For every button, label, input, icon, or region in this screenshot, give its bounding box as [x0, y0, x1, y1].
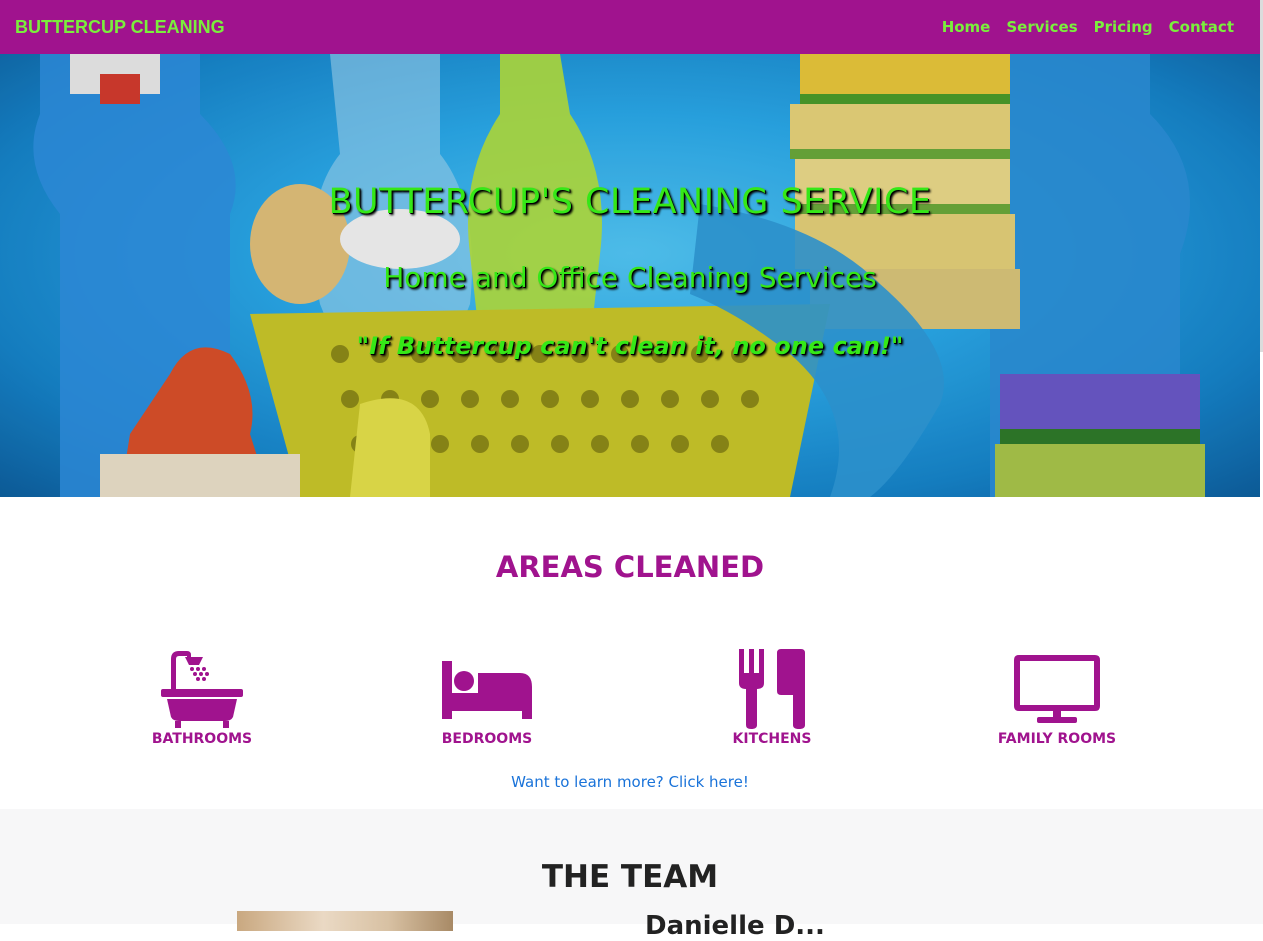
- areas-cleaned-section: AREAS CLEANED BATHROOMS BEDROOMS KITCHEN…: [0, 497, 1260, 809]
- hero-banner: BUTTERCUP'S CLEANING SERVICE Home and Of…: [0, 54, 1260, 497]
- area-label-family-rooms: FAMILY ROOMS: [997, 731, 1117, 747]
- hero-text: BUTTERCUP'S CLEANING SERVICE Home and Of…: [0, 54, 1260, 497]
- nav-link-home[interactable]: Home: [942, 18, 991, 36]
- nav-link-pricing[interactable]: Pricing: [1094, 18, 1153, 36]
- team-title: THE TEAM: [541, 859, 719, 895]
- bath-shower-icon: [161, 651, 243, 728]
- learn-more-link[interactable]: Want to learn more? Click here!: [0, 773, 1260, 791]
- area-item-family-rooms: FAMILY ROOMS: [927, 649, 1187, 747]
- hero-subtitle: Home and Office Cleaning Services: [383, 261, 877, 294]
- team-member-name: Danielle D...: [645, 911, 825, 941]
- fork-knife-icon: [739, 649, 805, 729]
- area-item-kitchens: KITCHENS: [642, 649, 902, 747]
- area-label-bedrooms: BEDROOMS: [441, 731, 533, 747]
- area-label-bathrooms: BATHROOMS: [151, 731, 253, 747]
- nav-link-services[interactable]: Services: [1006, 18, 1077, 36]
- hero-tagline: "If Buttercup can't clean it, no one can…: [356, 332, 904, 360]
- area-item-bedrooms: BEDROOMS: [357, 649, 617, 747]
- brand-logo-link[interactable]: BUTTERCUP CLEANING: [15, 17, 225, 38]
- hero-title: BUTTERCUP'S CLEANING SERVICE: [328, 182, 932, 222]
- area-label-kitchens: KITCHENS: [732, 731, 812, 747]
- section-title: AREAS CLEANED: [495, 550, 765, 584]
- team-member-photo: [237, 911, 453, 931]
- team-section: THE TEAM Danielle D...: [0, 809, 1263, 941]
- bed-icon: [442, 661, 532, 719]
- navbar: BUTTERCUP CLEANING Home Services Pricing…: [0, 0, 1260, 54]
- nav-link-contact[interactable]: Contact: [1169, 18, 1234, 36]
- tv-monitor-icon: [1014, 655, 1100, 723]
- area-item-bathrooms: BATHROOMS: [72, 649, 332, 747]
- nav-links: Home Services Pricing Contact: [942, 18, 1234, 36]
